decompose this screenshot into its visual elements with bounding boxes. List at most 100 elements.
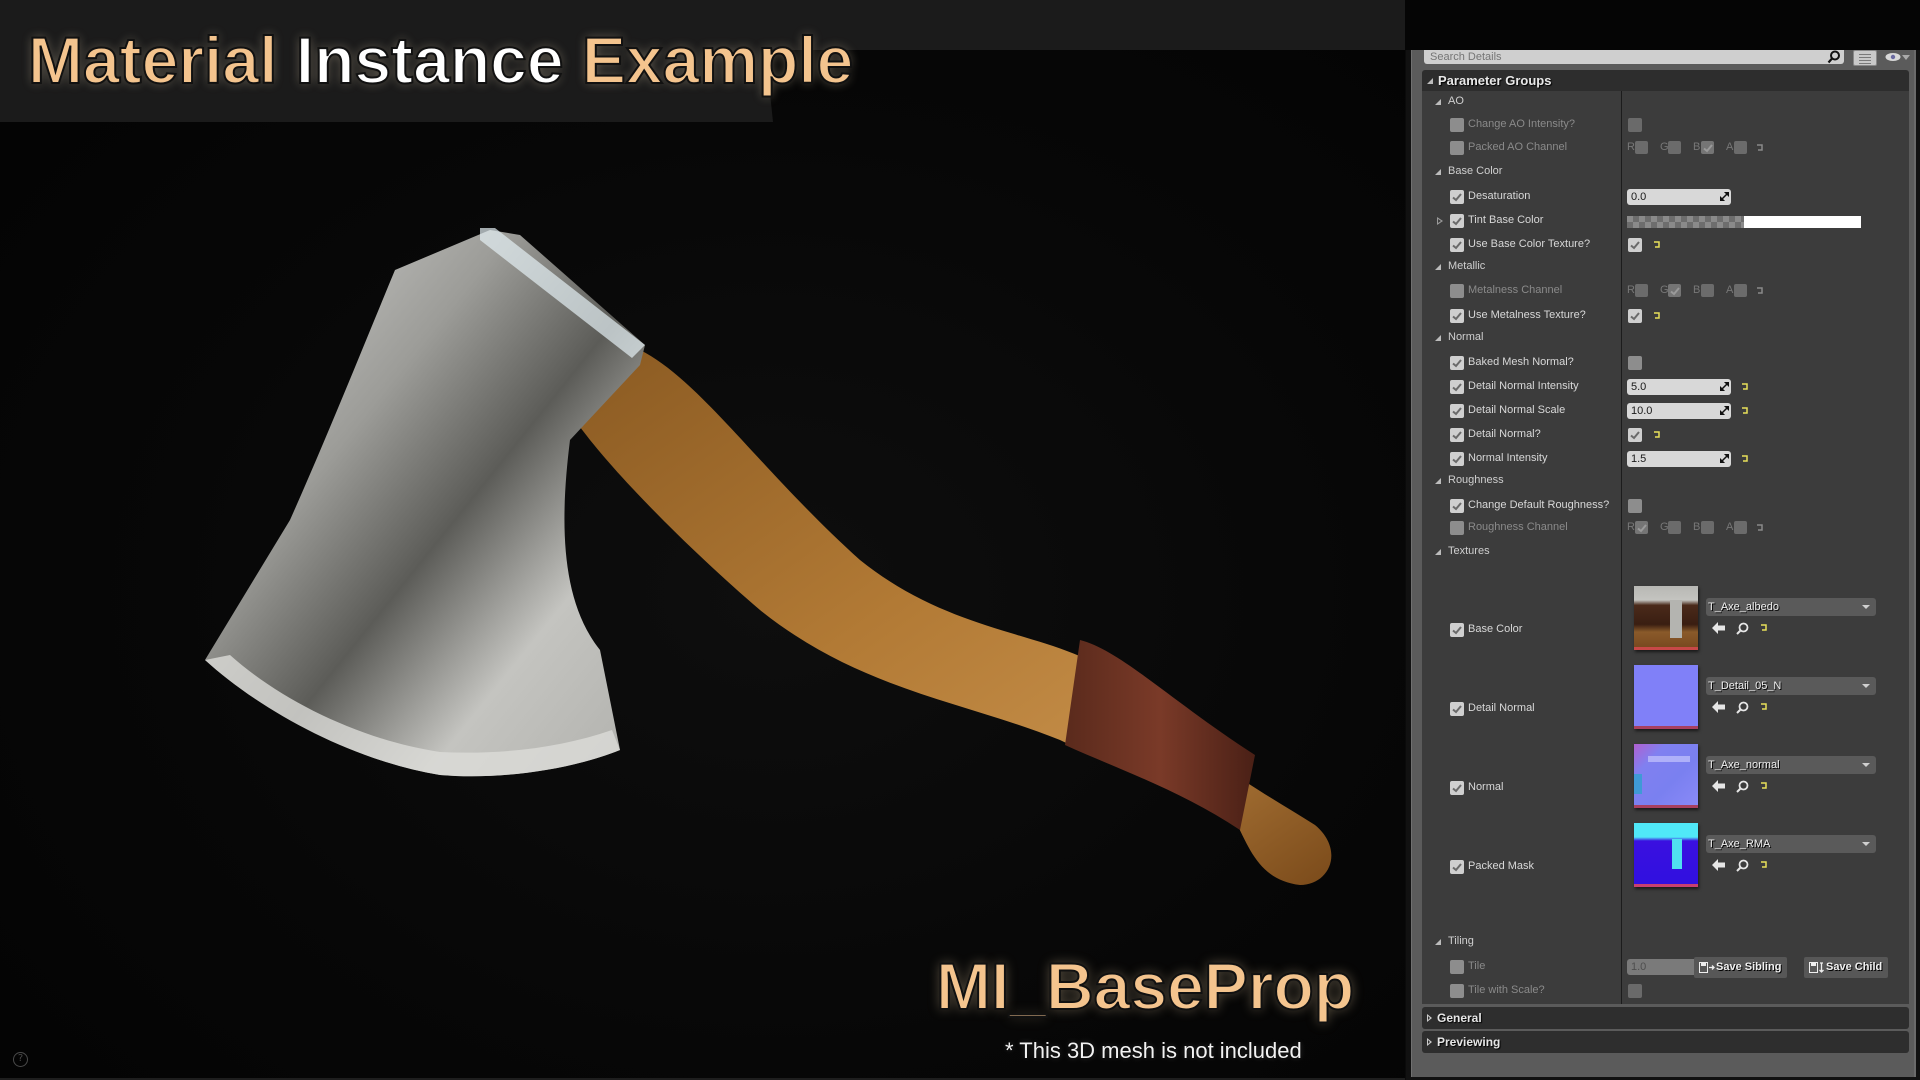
override-checkbox[interactable] xyxy=(1450,309,1464,323)
group-tiling[interactable]: Tiling xyxy=(1422,932,1909,954)
category-previewing[interactable]: Previewing xyxy=(1422,1031,1909,1053)
search-details-input[interactable] xyxy=(1424,50,1844,64)
view-options-icon[interactable] xyxy=(1853,50,1877,66)
override-checkbox[interactable] xyxy=(1450,702,1464,716)
channel-g[interactable]: G xyxy=(1660,284,1681,297)
bool-value-checkbox[interactable] xyxy=(1628,238,1642,252)
help-icon[interactable]: ? xyxy=(13,1052,28,1067)
channel-r[interactable]: R xyxy=(1627,284,1648,297)
browse-search-icon[interactable] xyxy=(1736,780,1749,793)
override-checkbox[interactable] xyxy=(1450,118,1464,132)
texture-asset-dropdown[interactable]: T_Detail_05_N xyxy=(1706,677,1876,695)
parameter-groups-header[interactable]: Parameter Groups xyxy=(1422,70,1909,91)
scalar-value-field[interactable] xyxy=(1627,403,1731,419)
browse-search-icon[interactable] xyxy=(1736,701,1749,714)
reset-to-default-icon[interactable] xyxy=(1755,523,1765,533)
reset-to-default-icon[interactable] xyxy=(1740,382,1750,392)
reset-to-default-icon[interactable] xyxy=(1759,702,1769,712)
category-general[interactable]: General xyxy=(1422,1007,1909,1029)
group-metallic[interactable]: Metallic xyxy=(1422,257,1909,279)
override-checkbox[interactable] xyxy=(1450,380,1464,394)
override-checkbox[interactable] xyxy=(1450,623,1464,637)
reset-to-default-icon[interactable] xyxy=(1740,406,1750,416)
channel-g[interactable]: G xyxy=(1660,141,1681,154)
override-checkbox[interactable] xyxy=(1450,356,1464,370)
channel-a[interactable]: A xyxy=(1726,284,1747,297)
override-checkbox[interactable] xyxy=(1450,141,1464,155)
override-checkbox[interactable] xyxy=(1450,984,1464,998)
override-checkbox[interactable] xyxy=(1450,499,1464,513)
override-checkbox[interactable] xyxy=(1450,284,1464,298)
drag-value-icon[interactable] xyxy=(1720,454,1729,463)
override-checkbox[interactable] xyxy=(1450,521,1464,535)
reset-to-default-icon[interactable] xyxy=(1652,240,1662,250)
details-panel-frame: Parameter Groups AO Change AO Intensity?… xyxy=(1411,50,1916,1077)
override-checkbox[interactable] xyxy=(1450,238,1464,252)
eye-icon[interactable] xyxy=(1885,52,1901,62)
browse-search-icon[interactable] xyxy=(1736,622,1749,635)
bool-value-checkbox[interactable] xyxy=(1628,309,1642,323)
bool-value-checkbox[interactable] xyxy=(1628,499,1642,513)
override-checkbox[interactable] xyxy=(1450,214,1464,228)
reset-to-default-icon[interactable] xyxy=(1755,286,1765,296)
override-checkbox[interactable] xyxy=(1450,452,1464,466)
group-roughness[interactable]: Roughness xyxy=(1422,471,1909,493)
scalar-value-field[interactable] xyxy=(1627,189,1731,205)
bool-value-checkbox[interactable] xyxy=(1628,984,1642,998)
override-checkbox[interactable] xyxy=(1450,781,1464,795)
channel-a[interactable]: A xyxy=(1726,141,1747,154)
save-sibling-button[interactable]: Save Sibling xyxy=(1694,957,1788,978)
texture-thumbnail-albedo[interactable] xyxy=(1634,586,1698,650)
bool-value-checkbox[interactable] xyxy=(1628,428,1642,442)
use-selected-arrow-icon[interactable] xyxy=(1712,780,1726,792)
texture-slot-packed-mask: T_Axe_RMA xyxy=(1627,823,1907,902)
drag-value-icon[interactable] xyxy=(1720,406,1729,415)
channel-b[interactable]: B xyxy=(1693,141,1714,154)
texture-thumbnail-packed-mask[interactable] xyxy=(1634,823,1698,887)
reset-to-default-icon[interactable] xyxy=(1755,143,1765,153)
texture-asset-dropdown[interactable]: T_Axe_normal xyxy=(1706,756,1876,774)
drag-value-icon[interactable] xyxy=(1720,382,1729,391)
save-child-button[interactable]: Save Child xyxy=(1804,957,1889,978)
use-selected-arrow-icon[interactable] xyxy=(1712,622,1726,634)
scalar-value-field[interactable] xyxy=(1627,379,1731,395)
texture-asset-dropdown[interactable]: T_Axe_RMA xyxy=(1706,835,1876,853)
override-checkbox[interactable] xyxy=(1450,190,1464,204)
group-ao[interactable]: AO xyxy=(1422,92,1909,114)
channel-b[interactable]: B xyxy=(1693,521,1714,534)
texture-thumbnail-normal[interactable] xyxy=(1634,744,1698,808)
texture-thumbnail-detail-normal[interactable] xyxy=(1634,665,1698,729)
channel-r[interactable]: R xyxy=(1627,521,1648,534)
override-checkbox[interactable] xyxy=(1450,428,1464,442)
group-base-color[interactable]: Base Color xyxy=(1422,162,1909,184)
bool-value-checkbox[interactable] xyxy=(1628,118,1642,132)
reset-to-default-icon[interactable] xyxy=(1759,623,1769,633)
viewport[interactable]: Material Instance Example MI_BaseProp * … xyxy=(0,0,1405,1080)
channel-a[interactable]: A xyxy=(1726,521,1747,534)
reset-to-default-icon[interactable] xyxy=(1740,454,1750,464)
param-use-base-color-texture: Use Base Color Texture? xyxy=(1422,234,1909,256)
scalar-value-field[interactable] xyxy=(1627,451,1731,467)
reset-to-default-icon[interactable] xyxy=(1652,311,1662,321)
override-checkbox[interactable] xyxy=(1450,860,1464,874)
channel-g[interactable]: G xyxy=(1660,521,1681,534)
use-selected-arrow-icon[interactable] xyxy=(1712,859,1726,871)
group-textures[interactable]: Textures xyxy=(1422,542,1909,564)
texture-asset-dropdown[interactable]: T_Axe_albedo xyxy=(1706,598,1876,616)
use-selected-arrow-icon[interactable] xyxy=(1712,701,1726,713)
override-checkbox[interactable] xyxy=(1450,404,1464,418)
channel-r[interactable]: R xyxy=(1627,141,1648,154)
search-icon[interactable] xyxy=(1827,50,1841,64)
reset-to-default-icon[interactable] xyxy=(1652,430,1662,440)
bool-value-checkbox[interactable] xyxy=(1628,356,1642,370)
drag-value-icon[interactable] xyxy=(1720,192,1729,201)
reset-to-default-icon[interactable] xyxy=(1759,781,1769,791)
override-checkbox[interactable] xyxy=(1450,960,1464,974)
color-swatch[interactable] xyxy=(1627,216,1861,228)
visibility-dropdown-caret[interactable] xyxy=(1902,55,1910,60)
expand-arrow-icon[interactable] xyxy=(1437,217,1443,225)
channel-b[interactable]: B xyxy=(1693,284,1714,297)
reset-to-default-icon[interactable] xyxy=(1759,860,1769,870)
group-normal[interactable]: Normal xyxy=(1422,328,1909,350)
browse-search-icon[interactable] xyxy=(1736,859,1749,872)
